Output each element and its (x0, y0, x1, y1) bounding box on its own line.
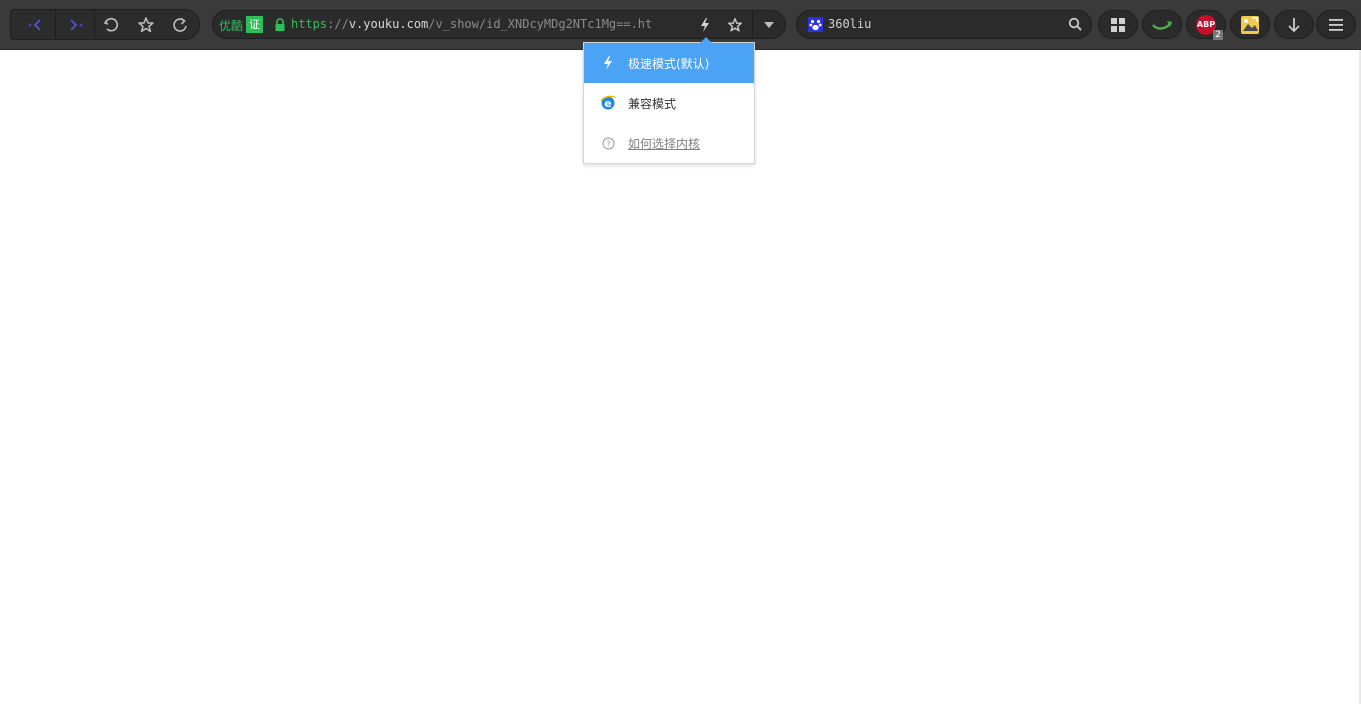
url-separator: :// (327, 17, 349, 31)
adblock-plus-icon: ABP 2 (1196, 14, 1223, 40)
certificate-badge[interactable]: 证 (246, 16, 263, 33)
forward-arrow-icon (70, 18, 83, 31)
kernel-switch-button[interactable] (694, 13, 716, 36)
svg-text:?: ? (606, 139, 610, 148)
abp-count-badge: 2 (1213, 29, 1223, 40)
download-button[interactable] (1274, 10, 1314, 39)
photo-extension-button[interactable] (1230, 10, 1270, 39)
lightning-icon (701, 17, 709, 32)
menu-item-speed-mode[interactable]: 极速模式(默认) (584, 43, 754, 83)
dropdown-arrow-icon (764, 21, 774, 28)
favorites-button[interactable] (129, 10, 163, 39)
baidu-paw-icon[interactable] (808, 17, 823, 32)
back-button[interactable] (19, 10, 53, 39)
lightning-icon (600, 55, 616, 71)
undo-icon (103, 17, 119, 31)
adblock-plus-button[interactable]: ABP 2 (1186, 10, 1226, 40)
search-bar[interactable]: 360liu (796, 10, 1092, 39)
photo-extension-icon (1241, 15, 1259, 34)
mouse-gesture-button[interactable] (1142, 10, 1182, 39)
url-path: /v_show/id_XNDcyMDg2NTc1Mg==.ht (428, 17, 653, 31)
abp-label: ABP (1196, 20, 1216, 29)
help-icon: ? (600, 135, 616, 151)
reload-icon (173, 17, 187, 32)
menu-item-compat-mode[interactable]: e 兼容模式 (584, 83, 754, 123)
url-host: v.youku.com (348, 17, 429, 31)
back-arrow-icon (28, 18, 41, 31)
search-input[interactable]: 360liu (828, 17, 871, 31)
forward-button[interactable] (58, 10, 92, 39)
menu-icon (1329, 18, 1343, 31)
download-icon (1288, 17, 1300, 32)
url-text[interactable]: https://v.youku.com/v_show/id_XNDcyMDg2N… (291, 17, 689, 31)
url-scheme: https (291, 17, 328, 31)
menu-item-label: 如何选择内核 (628, 136, 701, 151)
bookmark-star-button[interactable] (724, 13, 746, 36)
navigation-group (10, 9, 200, 40)
restore-closed-tab-button[interactable] (94, 10, 128, 39)
star-outline-icon (138, 16, 154, 32)
search-icon (1068, 17, 1082, 31)
menu-item-help[interactable]: ? 如何选择内核 (584, 123, 754, 163)
kernel-mode-menu: 极速模式(默认) e 兼容模式 ? 如何选择内核 (583, 37, 755, 164)
site-certificate-name[interactable]: 优酷 (219, 17, 243, 34)
apps-button[interactable] (1098, 10, 1138, 39)
lock-icon[interactable] (274, 18, 286, 32)
address-bar[interactable]: 优酷 证 https://v.youku.com/v_show/id_XNDcy… (212, 10, 786, 39)
svg-text:e: e (604, 97, 611, 110)
mouse-gesture-icon (1152, 20, 1172, 30)
star-icon (728, 17, 742, 31)
ie-icon: e (600, 95, 616, 111)
menu-item-label: 极速模式(默认) (628, 56, 710, 71)
search-button[interactable] (1065, 14, 1085, 34)
reload-button[interactable] (163, 10, 197, 39)
address-dropdown-button[interactable] (758, 13, 780, 36)
menu-item-label: 兼容模式 (628, 96, 677, 111)
apps-grid-icon (1111, 17, 1125, 32)
main-menu-button[interactable] (1316, 10, 1356, 39)
